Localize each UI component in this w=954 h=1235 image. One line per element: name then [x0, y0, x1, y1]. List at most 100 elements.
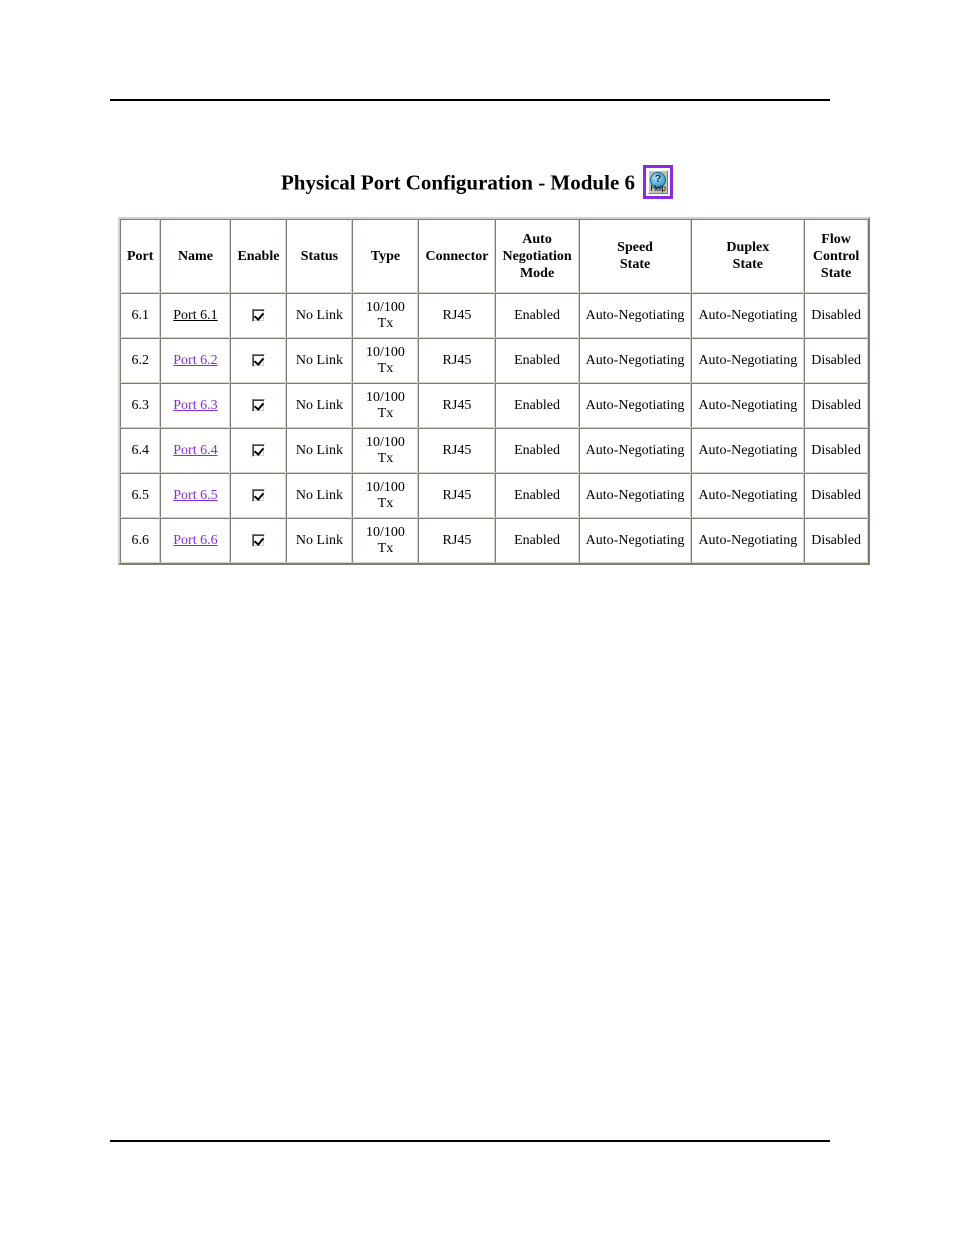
- table-row: 6.1 Port 6.1 No Link 10/100 Tx RJ45 Enabled Aut…: [120, 293, 868, 338]
- cell-name: Port 6.1: [160, 293, 231, 338]
- cell-auto-negotiation-mode: Enabled: [495, 338, 579, 383]
- column-header-enable-line-1: Enable: [237, 248, 280, 264]
- cell-type: 10/100 Tx: [352, 428, 419, 473]
- cell-port: 6.2: [120, 338, 161, 383]
- cell-connector: RJ45: [418, 383, 496, 428]
- cell-type-line-2: Tx: [377, 315, 394, 331]
- cell-type-line-2: Tx: [377, 450, 394, 466]
- cell-enable: [230, 473, 287, 518]
- cell-status: No Link: [286, 428, 353, 473]
- cell-speed-state: Auto-Negotiating: [578, 473, 692, 518]
- cell-duplex-state: Auto-Negotiating: [691, 428, 805, 473]
- column-header-duplex-state: Duplex State: [691, 219, 805, 293]
- footer-rule: [110, 1140, 830, 1142]
- port-configuration-table: Port Name Enable Status Type Connector A…: [118, 217, 870, 565]
- cell-duplex-state: Auto-Negotiating: [691, 338, 805, 383]
- cell-port: 6.6: [120, 518, 161, 563]
- cell-connector: RJ45: [418, 428, 496, 473]
- page-title: Physical Port Configuration - Module 6: [280, 170, 636, 195]
- enable-checkbox[interactable]: [251, 443, 265, 457]
- port-name-link[interactable]: Port 6.5: [173, 488, 217, 503]
- cell-enable: [230, 338, 287, 383]
- enable-checkbox[interactable]: [251, 398, 265, 412]
- cell-type: 10/100 Tx: [352, 338, 419, 383]
- cell-type: 10/100 Tx: [352, 293, 419, 338]
- cell-type-line-1: 10/100: [366, 389, 405, 405]
- cell-enable: [230, 518, 287, 563]
- cell-type-line-1: 10/100: [366, 524, 405, 540]
- port-name-link[interactable]: Port 6.3: [173, 398, 217, 413]
- cell-type-line-2: Tx: [377, 495, 394, 511]
- column-header-flow-control-state: Flow Control State: [804, 219, 868, 293]
- table-row: 6.4 Port 6.4 No Link 10/100 Tx RJ45 Enabled Aut…: [120, 428, 868, 473]
- cell-port: 6.3: [120, 383, 161, 428]
- cell-connector: RJ45: [418, 518, 496, 563]
- column-header-port: Port: [120, 219, 161, 293]
- port-name-link[interactable]: Port 6.4: [173, 443, 217, 458]
- enable-checkbox[interactable]: [251, 353, 265, 367]
- cell-type: 10/100 Tx: [352, 383, 419, 428]
- enable-checkbox[interactable]: [251, 533, 265, 547]
- column-header-status-line-1: Status: [300, 248, 339, 264]
- cell-connector: RJ45: [418, 338, 496, 383]
- port-name-link[interactable]: Port 6.6: [173, 533, 217, 548]
- cell-name: Port 6.4: [160, 428, 231, 473]
- cell-duplex-state: Auto-Negotiating: [691, 518, 805, 563]
- cell-flow-control-state: Disabled: [804, 383, 868, 428]
- cell-auto-negotiation-mode: Enabled: [495, 518, 579, 563]
- cell-type-line-2: Tx: [377, 360, 394, 376]
- cell-speed-state: Auto-Negotiating: [578, 518, 692, 563]
- column-header-autoneg-line-1: Auto: [522, 231, 552, 247]
- column-header-type: Type: [352, 219, 419, 293]
- column-header-status: Status: [286, 219, 353, 293]
- enable-checkbox[interactable]: [251, 308, 265, 322]
- cell-type-line-1: 10/100: [366, 344, 405, 360]
- cell-speed-state: Auto-Negotiating: [578, 383, 692, 428]
- cell-enable: [230, 428, 287, 473]
- column-header-duplex-line-1: Duplex: [726, 240, 770, 255]
- cell-enable: [230, 293, 287, 338]
- column-header-connector: Connector: [418, 219, 496, 293]
- cell-type-line-2: Tx: [377, 405, 394, 421]
- cell-speed-state: Auto-Negotiating: [578, 338, 692, 383]
- cell-connector: RJ45: [418, 293, 496, 338]
- port-name-link[interactable]: Port 6.2: [173, 353, 217, 368]
- table-row: 6.6 Port 6.6 No Link 10/100 Tx RJ45 Enabled Aut…: [120, 518, 868, 563]
- cell-status: No Link: [286, 383, 353, 428]
- column-header-speed-state: Speed State: [578, 219, 692, 293]
- cell-name: Port 6.3: [160, 383, 231, 428]
- cell-name: Port 6.6: [160, 518, 231, 563]
- cell-auto-negotiation-mode: Enabled: [495, 428, 579, 473]
- cell-duplex-state: Auto-Negotiating: [691, 383, 805, 428]
- column-header-enable: Enable: [230, 219, 287, 293]
- cell-type-line-1: 10/100: [366, 434, 405, 450]
- help-button[interactable]: Help: [643, 165, 674, 199]
- document-page: Physical Port Configuration - Module 6 H…: [0, 0, 954, 1235]
- cell-port: 6.4: [120, 428, 161, 473]
- table-row: 6.5 Port 6.5 No Link 10/100 Tx RJ45 Enabled Aut…: [120, 473, 868, 518]
- enable-checkbox[interactable]: [251, 488, 265, 502]
- port-name-link[interactable]: Port 6.1: [173, 308, 217, 323]
- column-header-type-line-1: Type: [370, 248, 401, 264]
- table-row: 6.2 Port 6.2 No Link 10/100 Tx RJ45 Enabled Aut…: [120, 338, 868, 383]
- cell-flow-control-state: Disabled: [804, 338, 868, 383]
- cell-name: Port 6.2: [160, 338, 231, 383]
- column-header-flow-line-2: Control: [812, 248, 860, 264]
- cell-port: 6.1: [120, 293, 161, 338]
- cell-auto-negotiation-mode: Enabled: [495, 293, 579, 338]
- cell-connector: RJ45: [418, 473, 496, 518]
- cell-speed-state: Auto-Negotiating: [578, 293, 692, 338]
- cell-status: No Link: [286, 473, 353, 518]
- cell-enable: [230, 383, 287, 428]
- cell-status: No Link: [286, 338, 353, 383]
- column-header-connector-line-1: Connector: [425, 248, 489, 264]
- column-header-auto-negotiation-mode: Auto Negotiation Mode: [495, 219, 579, 293]
- cell-duplex-state: Auto-Negotiating: [691, 473, 805, 518]
- cell-type: 10/100 Tx: [352, 473, 419, 518]
- cell-port: 6.5: [120, 473, 161, 518]
- column-header-duplex-line-2: State: [732, 257, 763, 272]
- cell-speed-state: Auto-Negotiating: [578, 428, 692, 473]
- cell-auto-negotiation-mode: Enabled: [495, 473, 579, 518]
- cell-type: 10/100 Tx: [352, 518, 419, 563]
- table-body: 6.1 Port 6.1 No Link 10/100 Tx RJ45 Enabled Aut…: [120, 293, 868, 563]
